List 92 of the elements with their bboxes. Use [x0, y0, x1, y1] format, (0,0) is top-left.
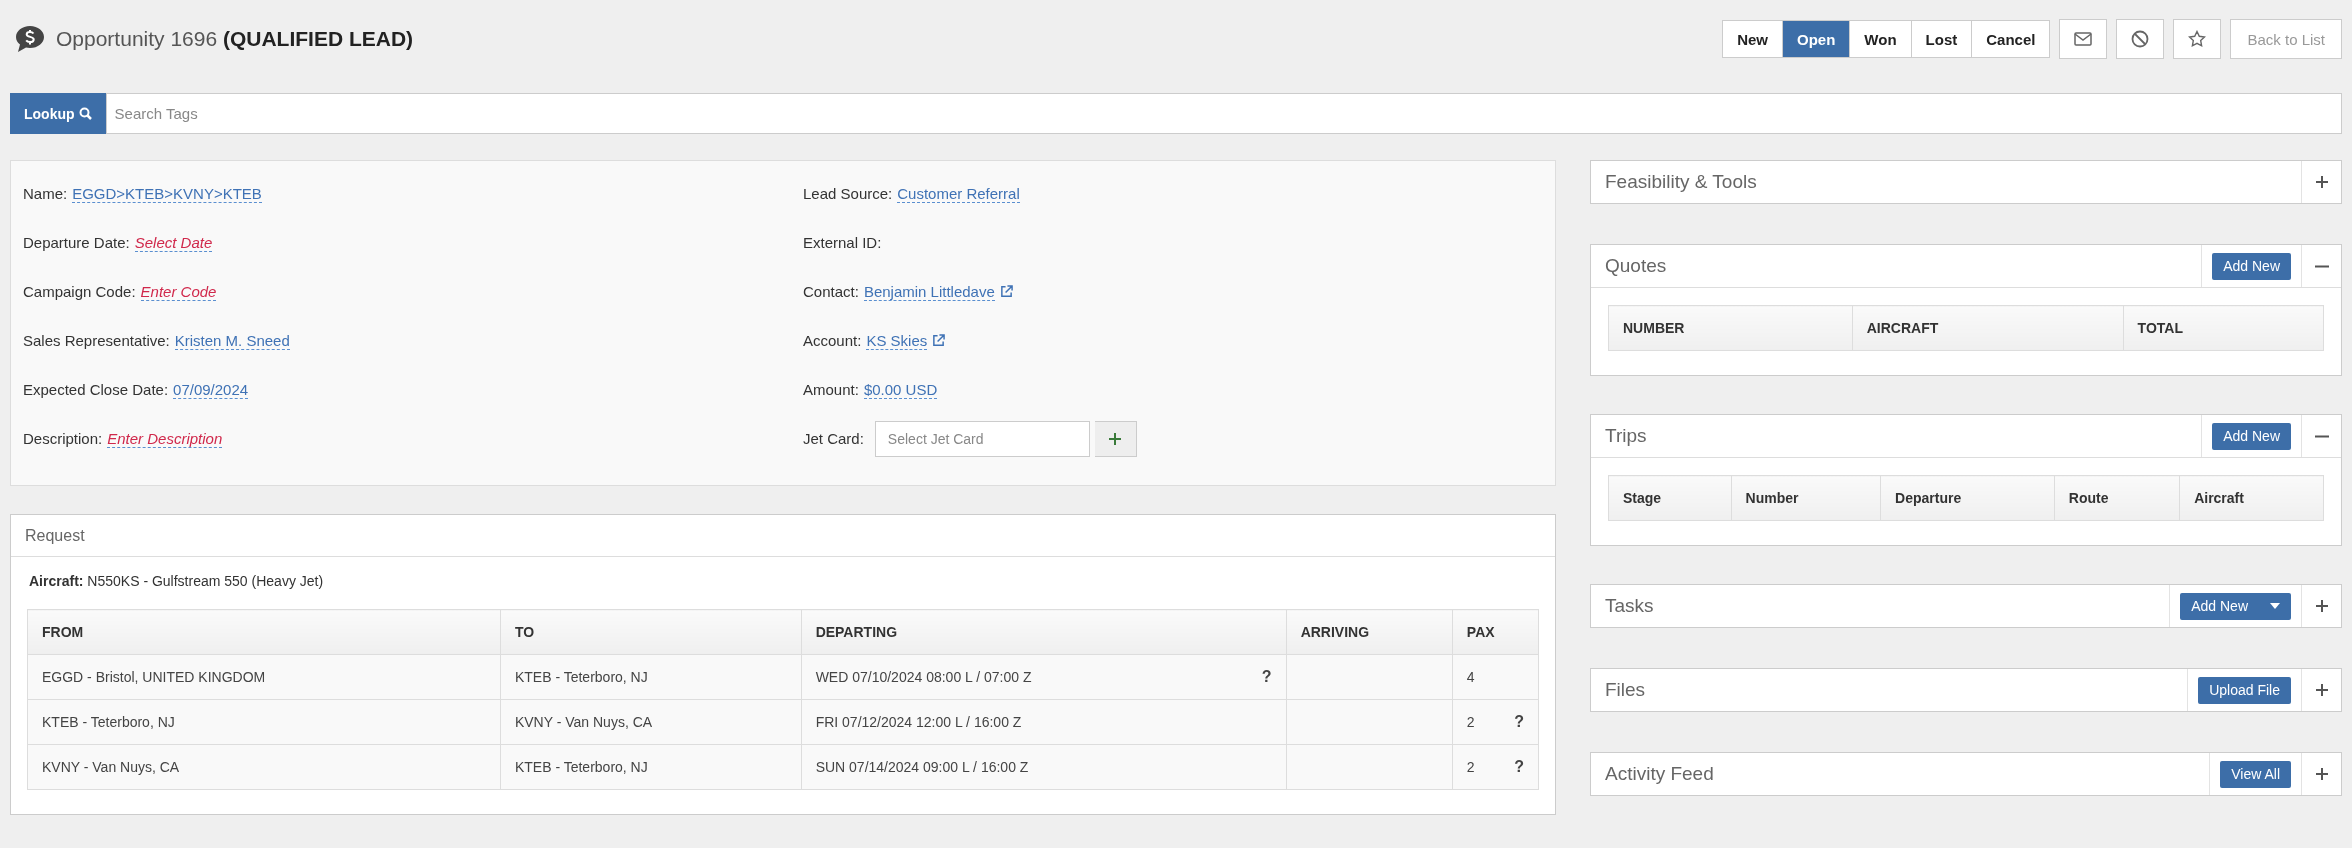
- jet-card-field[interactable]: Select Jet Card: [874, 420, 1090, 457]
- field-label: Amount:: [803, 381, 859, 398]
- field-label: Campaign Code:: [23, 283, 136, 300]
- column-header: NUMBER: [1608, 305, 1853, 351]
- plus-icon: [2314, 175, 2329, 189]
- field-label: Departure Date:: [23, 234, 130, 251]
- editable-value[interactable]: Select Date: [134, 233, 213, 252]
- help-mark[interactable]: ?: [1261, 668, 1272, 686]
- field-label: Name:: [23, 185, 68, 202]
- table-cell: WED 07/10/2024 08:00 L / 07:00 Z: [815, 669, 1032, 685]
- back-to-list-button[interactable]: Back to List: [2230, 19, 2342, 59]
- column-header: FROM: [27, 609, 501, 655]
- panel-title: Tasks: [1604, 594, 1655, 618]
- table-cell: EGGD - Bristol, UNITED KINGDOM: [42, 669, 266, 685]
- status-button[interactable]: Open: [1782, 20, 1851, 58]
- status-button[interactable]: Cancel: [1971, 20, 2051, 58]
- editable-value[interactable]: 07/09/2024: [173, 380, 249, 399]
- external-link-icon[interactable]: [932, 334, 946, 347]
- column-header: Route: [2054, 475, 2180, 521]
- panel-action-button[interactable]: Upload File: [2198, 676, 2291, 704]
- external-link-icon[interactable]: [999, 285, 1013, 298]
- panel-action-button[interactable]: Add New: [2180, 592, 2291, 620]
- panel-title: Files: [1604, 678, 1647, 702]
- table-cell: FRI 07/12/2024 12:00 L / 16:00 Z: [815, 714, 1022, 730]
- help-mark[interactable]: ?: [1514, 758, 1524, 776]
- editable-value[interactable]: $0.00 USD: [863, 380, 938, 399]
- column-header: AIRCRAFT: [1852, 305, 2124, 351]
- panel-action-button[interactable]: Add New: [2212, 422, 2291, 450]
- star-icon: [2188, 30, 2207, 48]
- editable-value[interactable]: Enter Description: [107, 429, 223, 448]
- table-cell: KVNY - Van Nuys, CA: [514, 714, 653, 730]
- field-label: Lead Source:: [803, 185, 893, 202]
- card-title: Request: [24, 526, 85, 545]
- plus-icon: [1108, 431, 1123, 446]
- dollar-chat-icon: [14, 24, 46, 54]
- table-cell: SUN 07/14/2024 09:00 L / 16:00 Z: [815, 759, 1029, 775]
- field-label: Jet Card:: [803, 430, 864, 447]
- editable-value[interactable]: Enter Code: [140, 282, 217, 301]
- status-button[interactable]: Won: [1849, 20, 1912, 58]
- field-label: Sales Representative:: [23, 332, 170, 349]
- field-label: External ID:: [803, 234, 882, 251]
- field-label: Account:: [803, 332, 862, 349]
- editable-value[interactable]: KS Skies: [866, 331, 928, 350]
- panel-action-button[interactable]: View All: [2220, 760, 2291, 788]
- column-header: Departure: [1880, 475, 2055, 521]
- panel-title: Activity Feed: [1604, 762, 1715, 786]
- column-header: PAX: [1452, 609, 1539, 655]
- column-header: Stage: [1608, 475, 1732, 521]
- editable-value[interactable]: Customer Referral: [897, 184, 1020, 203]
- email-button[interactable]: [2059, 19, 2108, 59]
- editable-value[interactable]: Benjamin Littledave: [863, 282, 995, 301]
- page-title: Opportunity 1696 (QUALIFIED LEAD): [56, 27, 414, 51]
- plus-icon: [2314, 683, 2329, 697]
- panel-title: Quotes: [1604, 254, 1668, 278]
- table-cell: 4: [1466, 669, 1475, 685]
- column-header: Number: [1731, 475, 1881, 521]
- field-label: Expected Close Date:: [23, 381, 169, 398]
- panel-action-button[interactable]: Add New: [2212, 252, 2291, 280]
- favorite-button[interactable]: [2173, 19, 2222, 59]
- column-header: DEPARTING: [801, 609, 1287, 655]
- table-cell: KTEB - Teterboro, NJ: [514, 759, 648, 775]
- caret-icon: [2270, 603, 2280, 609]
- panel-title: Feasibility & Tools: [1604, 170, 1758, 194]
- table-cell: KTEB - Teterboro, NJ: [514, 669, 648, 685]
- add-button[interactable]: [1094, 420, 1137, 457]
- table-cell: 2: [1466, 759, 1475, 775]
- field-label: Contact:: [803, 283, 859, 300]
- search-field[interactable]: Search Tags: [105, 93, 2342, 134]
- envelope-icon: [2074, 32, 2093, 46]
- prohibited-icon: [2131, 30, 2150, 48]
- search-icon: [78, 107, 92, 120]
- table-cell: KTEB - Teterboro, NJ: [42, 714, 175, 730]
- help-mark[interactable]: ?: [1514, 713, 1524, 731]
- status-button[interactable]: New: [1722, 20, 1783, 58]
- editable-value[interactable]: EGGD>KTEB>KVNY>KTEB: [72, 184, 262, 203]
- status-button[interactable]: Lost: [1910, 20, 1973, 58]
- column-header: ARRIVING: [1286, 609, 1453, 655]
- minus-icon: [2314, 264, 2329, 268]
- panel-title: Trips: [1604, 424, 1648, 448]
- table-cell: 2: [1466, 714, 1475, 730]
- plus-icon: [2314, 599, 2329, 613]
- plus-icon: [2314, 767, 2329, 781]
- table-cell: KVNY - Van Nuys, CA: [42, 759, 180, 775]
- column-header: TOTAL: [2123, 305, 2324, 351]
- column-header: Aircraft: [2179, 475, 2324, 521]
- aircraft-info: Aircraft: N550KS - Gulfstream 550 (Heavy Jet): [29, 573, 325, 589]
- column-header: TO: [500, 609, 802, 655]
- field-label: Description:: [23, 430, 103, 447]
- minus-icon: [2314, 434, 2329, 438]
- block-button[interactable]: [2116, 19, 2165, 59]
- lookup-button[interactable]: Lookup: [10, 93, 106, 134]
- editable-value[interactable]: Kristen M. Sneed: [174, 331, 290, 350]
